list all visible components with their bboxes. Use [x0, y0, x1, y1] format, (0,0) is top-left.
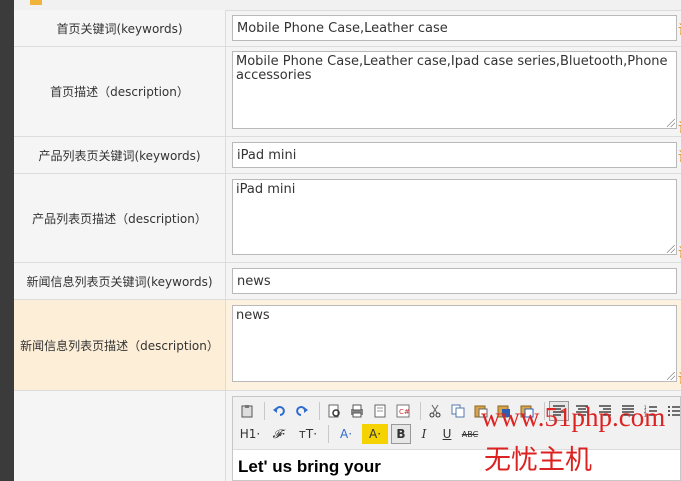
preview-icon[interactable] — [324, 401, 344, 421]
news-keywords-label: 新闻信息列表页关键词(keywords) — [14, 263, 226, 299]
product-description-text: iPad mini — [236, 182, 296, 197]
product-description-textarea[interactable]: iPad mini — [232, 179, 677, 255]
product-description-label: 产品列表页描述（description） — [14, 174, 226, 262]
settings-panel: 首页关键词(keywords) 请 首页描述（description） Mobi… — [0, 0, 681, 481]
watermark-name: 无忧主机 — [484, 445, 592, 476]
home-description-textarea[interactable]: Mobile Phone Case,Leather case,Ipad case… — [232, 51, 677, 129]
undo-icon[interactable] — [269, 401, 289, 421]
resize-grip-icon[interactable] — [667, 245, 675, 253]
left-sidebar-edge — [0, 0, 14, 481]
resize-grip-icon[interactable] — [667, 119, 675, 127]
product-keywords-input[interactable] — [232, 142, 677, 168]
row-home-description: 首页描述（description） Mobile Phone Case,Leat… — [14, 47, 681, 137]
paste-text-icon[interactable] — [237, 401, 257, 421]
font-color-dropdown[interactable]: A· — [333, 424, 359, 444]
code-icon[interactable]: C# — [393, 401, 413, 421]
template-icon[interactable] — [370, 401, 390, 421]
font-size-dropdown[interactable]: тT· — [295, 424, 321, 444]
italic-button[interactable]: I — [414, 424, 434, 444]
watermark-url: www.51php.com — [481, 402, 666, 432]
toolbar-row-2: H1· 𝓕· тT· A· A· B I U ABC — [237, 424, 483, 444]
row-home-keywords: 首页关键词(keywords) 请 — [14, 10, 681, 47]
row-product-description: 产品列表页描述（description） iPad mini 请 — [14, 174, 681, 263]
resize-grip-icon[interactable] — [667, 372, 675, 380]
home-description-label: 首页描述（description） — [14, 47, 226, 136]
copy-icon[interactable] — [448, 401, 468, 421]
news-description-text: news — [236, 308, 270, 323]
svg-text:C#: C# — [399, 408, 410, 416]
content-editor-label — [14, 391, 226, 481]
cut-icon[interactable] — [425, 401, 445, 421]
highlight-color-dropdown[interactable]: A· — [362, 424, 388, 444]
row-news-description: 新闻信息列表页描述（description） news 请 — [14, 300, 681, 391]
row-product-keywords: 产品列表页关键词(keywords) 请 — [14, 137, 681, 174]
news-description-textarea[interactable]: news — [232, 305, 677, 382]
print-icon[interactable] — [347, 401, 367, 421]
redo-icon[interactable] — [292, 401, 312, 421]
strikethrough-button[interactable]: ABC — [460, 424, 480, 444]
product-keywords-label: 产品列表页关键词(keywords) — [14, 137, 226, 173]
row-news-keywords: 新闻信息列表页关键词(keywords) — [14, 263, 681, 300]
underline-button[interactable]: U — [437, 424, 457, 444]
home-description-text: Mobile Phone Case,Leather case,Ipad case… — [236, 54, 668, 83]
home-keywords-input[interactable] — [232, 15, 677, 41]
folder-icon — [30, 0, 42, 5]
home-keywords-label: 首页关键词(keywords) — [14, 10, 226, 46]
bold-button[interactable]: B — [391, 424, 411, 444]
heading-dropdown[interactable]: H1· — [237, 424, 263, 444]
editor-content-text[interactable]: Let' us bring your — [238, 457, 381, 477]
news-description-label: 新闻信息列表页描述（description） — [14, 300, 226, 390]
news-keywords-input[interactable] — [232, 268, 677, 294]
font-family-dropdown[interactable]: 𝓕· — [266, 424, 292, 444]
unordered-list-icon[interactable] — [664, 401, 681, 421]
